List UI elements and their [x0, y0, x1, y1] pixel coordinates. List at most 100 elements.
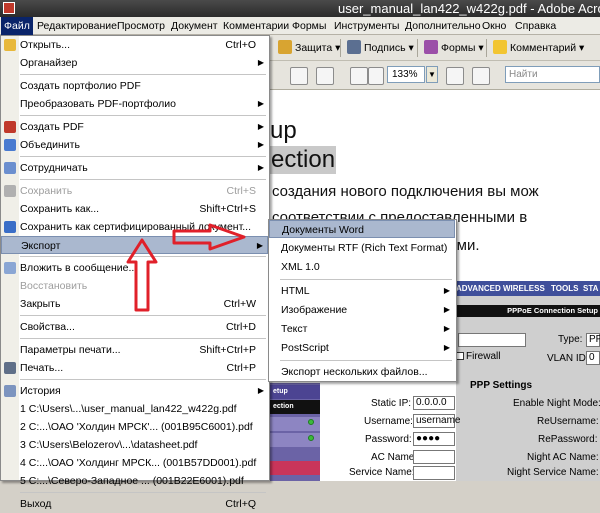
menu-item-label: Текст — [281, 323, 308, 335]
vlan-label: VLAN ID: — [547, 353, 589, 364]
submenu-arrow-icon: ▶ — [443, 343, 450, 352]
file-menu-item-1[interactable]: Органайзер ▶ — [1, 54, 268, 72]
export-submenu-item[interactable]: Документы RTF (Rich Text Format) — [269, 239, 455, 257]
file-menu-item-6[interactable]: Создать PDF ▶ — [1, 118, 268, 136]
menu-file[interactable]: Файл — [1, 17, 33, 35]
zoom-input[interactable]: 133% — [387, 66, 425, 83]
file-menu-item-27[interactable]: 2 C:...\ОАО 'Холдин МРСК'... (001B95C600… — [1, 418, 268, 436]
file-menu-item-0[interactable]: Открыть... Ctrl+O — [1, 36, 268, 54]
certify-icon — [4, 221, 16, 233]
menu-view[interactable]: Просмотр — [117, 17, 165, 35]
file-menu-item-20[interactable]: Свойства... Ctrl+D — [1, 318, 268, 336]
menu-item-label: Вложить в сообщение... — [20, 262, 138, 274]
file-menu-item-26[interactable]: 1 C:\Users\...\user_manual_lan422_w422g.… — [1, 400, 268, 418]
menu-shortcut: Ctrl+P — [226, 362, 256, 374]
comment-icon — [493, 40, 507, 54]
router-side-panel: etup ection — [270, 383, 320, 481]
menu-forms[interactable]: Формы — [292, 17, 326, 35]
firewall-checkbox — [456, 352, 464, 360]
submenu-arrow-icon: ▶ — [443, 324, 450, 333]
menu-window[interactable]: Окно — [482, 17, 506, 35]
pppoe-title: PPPoE Connection Setup — [456, 305, 600, 317]
submenu-arrow-icon: ▶ — [257, 122, 264, 131]
menu-advanced[interactable]: Дополнительно — [405, 17, 481, 35]
menu-separator — [280, 360, 452, 361]
zoom-in-icon[interactable] — [368, 67, 384, 85]
protect-button[interactable]: Защита ▾ — [278, 38, 340, 58]
export-submenu-item[interactable]: XML 1.0 — [269, 258, 455, 276]
router-nav-tools: TOOLS — [551, 284, 579, 293]
menu-edit[interactable]: Редактирование — [37, 17, 117, 35]
window-title: user_manual_lan422_w422g.pdf - Adobe Acr… — [338, 1, 600, 16]
zoom-out-icon[interactable] — [350, 67, 368, 85]
forms-icon — [424, 40, 438, 54]
export-item-word[interactable]: Документы Word — [269, 220, 455, 238]
menu-separator — [20, 492, 266, 493]
file-menu-item-9[interactable]: Сотрудничать ▶ — [1, 159, 268, 177]
file-menu-item-7[interactable]: Объединить ▶ — [1, 136, 268, 154]
file-menu-item-23[interactable]: Печать... Ctrl+P — [1, 359, 268, 377]
zoom-tool-icon[interactable] — [316, 67, 334, 85]
file-menu-item-4[interactable]: Преобразовать PDF-портфолио ▶ — [1, 95, 268, 113]
username-field: username — [413, 414, 460, 428]
title-bar: user_manual_lan422_w422g.pdf - Adobe Acr… — [0, 0, 600, 17]
attach-email-icon — [4, 262, 16, 274]
vlan-field: 0 — [586, 351, 600, 365]
menu-shortcut: Ctrl+D — [225, 321, 256, 333]
menu-item-label: Документы RTF (Rich Text Format) — [281, 242, 448, 254]
export-submenu-item[interactable]: Текст ▶ — [269, 320, 455, 338]
file-menu-item-32[interactable]: Выход Ctrl+Q — [1, 495, 268, 513]
comment-button[interactable]: Комментарий ▾ — [493, 38, 584, 58]
night-service-name-label: Night Service Name: — [507, 467, 599, 478]
menu-comments[interactable]: Комментарии — [223, 17, 289, 35]
file-menu-item-12[interactable]: Сохранить как... Shift+Ctrl+S — [1, 200, 268, 218]
create-pdf-icon — [4, 121, 16, 133]
menu-document[interactable]: Документ — [171, 17, 218, 35]
submenu-arrow-icon: ▶ — [443, 286, 450, 295]
doc-heading-2: ection — [270, 146, 337, 174]
fit-page-icon[interactable] — [446, 67, 464, 85]
file-menu-item-17[interactable]: Восстановить — [1, 277, 268, 295]
submenu-arrow-icon: ▶ — [443, 305, 450, 314]
router-nav-advanced: ADVANCED — [456, 284, 501, 293]
router-nav-status: STA — [583, 284, 599, 293]
menu-item-label: Параметры печати... — [20, 344, 121, 356]
reusername-label: ReUsername: — [537, 416, 599, 427]
file-menu-item-16[interactable]: Вложить в сообщение... — [1, 259, 268, 277]
ac-name-label: AC Name: — [371, 452, 418, 463]
file-menu-item-29[interactable]: 4 C:...\ОАО 'Холдинг МРСК... (001B57DD00… — [1, 454, 268, 472]
menu-item-label: Закрыть — [20, 298, 61, 310]
file-menu-item-30[interactable]: 5 C:...\Северо-Западное ... (001B22E6001… — [1, 472, 268, 490]
submenu-arrow-icon: ▶ — [257, 58, 264, 67]
file-menu-item-13[interactable]: Сохранить как сертифицированный документ… — [1, 218, 268, 236]
doc-heading-1: up — [270, 117, 297, 144]
file-menu-item-3[interactable]: Создать портфолио PDF — [1, 77, 268, 95]
export-submenu-item[interactable]: HTML ▶ — [269, 282, 455, 300]
file-menu-item-18[interactable]: Закрыть Ctrl+W — [1, 295, 268, 313]
router-nav-bar: ADVANCED WIRELESS TOOLS STA — [456, 281, 600, 296]
file-menu-item-export[interactable]: Экспорт ▶ — [1, 236, 268, 254]
night-mode-label: Enable Night Mode: — [513, 398, 600, 409]
side-row — [270, 461, 320, 475]
export-submenu-item[interactable]: PostScript ▶ — [269, 339, 455, 357]
side-row-setup: etup — [270, 385, 320, 399]
menu-shortcut: Ctrl+S — [226, 185, 256, 197]
submenu-arrow-icon: ▶ — [257, 163, 264, 172]
find-input[interactable]: Найти — [505, 66, 600, 83]
fit-width-icon[interactable] — [472, 67, 490, 85]
menu-item-label: Экспорт — [21, 240, 61, 252]
file-menu-item-11[interactable]: Сохранить Ctrl+S — [1, 182, 268, 200]
file-menu-item-28[interactable]: 3 C:\Users\Belozerov\...\datasheet.pdf — [1, 436, 268, 454]
menu-help[interactable]: Справка — [515, 17, 556, 35]
forms-button[interactable]: Формы ▾ — [424, 38, 484, 58]
export-submenu-item[interactable]: Изображение ▶ — [269, 301, 455, 319]
ac-name-field — [413, 450, 455, 464]
export-submenu-item[interactable]: Экспорт нескольких файлов... — [269, 363, 455, 381]
file-menu-item-22[interactable]: Параметры печати... Shift+Ctrl+P — [1, 341, 268, 359]
zoom-dropdown-icon[interactable]: ▼ — [426, 66, 438, 83]
hand-tool-icon[interactable] — [290, 67, 308, 85]
menu-tools[interactable]: Инструменты — [334, 17, 399, 35]
sign-button[interactable]: Подпись ▾ — [347, 38, 414, 58]
file-menu-item-25[interactable]: История ▶ — [1, 382, 268, 400]
service-name-label: Service Name: — [349, 467, 415, 478]
